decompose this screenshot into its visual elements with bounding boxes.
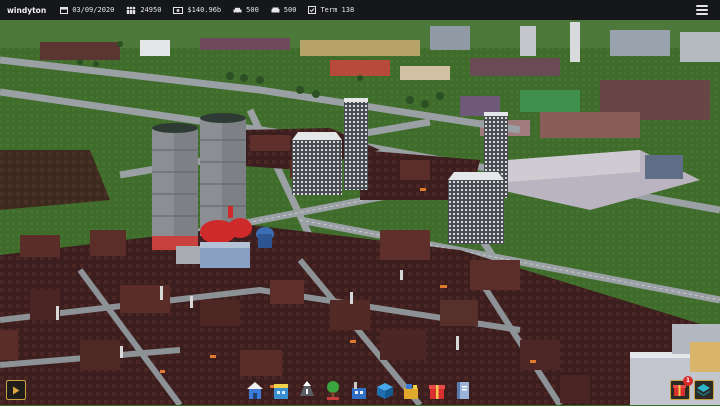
cooling-tower-left [152, 123, 198, 250]
factory-icon [352, 382, 366, 399]
city-viewport[interactable] [0, 20, 720, 405]
population-stat: 24950 [126, 6, 161, 14]
skyscraper-2 [344, 98, 368, 190]
date-value: 03/09/2020 [72, 6, 115, 14]
status-bar: windyton 03/09/2020 24950 $140.96b 500 5… [0, 0, 720, 20]
utility-box-icon [377, 383, 393, 399]
small-blue-building [645, 155, 683, 179]
notification-badge: 1 [683, 376, 693, 386]
money-value: $140.96b [187, 6, 222, 14]
term-stat: Term 138 [308, 6, 354, 14]
build-toolbar [244, 378, 478, 403]
play-icon [13, 386, 20, 394]
tree-icon [327, 381, 339, 400]
gifts-tool[interactable] [426, 378, 448, 402]
traffic-icon [271, 7, 280, 12]
layers-icon [697, 384, 710, 396]
commercial-tool[interactable] [270, 378, 292, 402]
population-value: 24950 [140, 6, 162, 14]
gift-icon [429, 385, 445, 399]
stat-a: 500 [233, 6, 259, 14]
cooling-tower-right [200, 113, 246, 236]
stat-a-value: 500 [246, 6, 259, 14]
utilities-tool[interactable] [374, 378, 396, 402]
services-tool[interactable] [322, 378, 344, 402]
calendar-icon [60, 7, 69, 14]
water-tank [256, 227, 274, 248]
car-icon [233, 7, 242, 14]
book-icon [457, 382, 469, 399]
stat-b-value: 500 [283, 6, 297, 14]
money-stat: $140.96b [173, 6, 221, 14]
shop-icon [274, 384, 288, 399]
checkbox-icon [308, 6, 317, 14]
industry-tool[interactable] [348, 378, 370, 402]
residential-tool[interactable] [244, 378, 266, 402]
special-tool[interactable] [400, 378, 422, 402]
skyscraper-4 [448, 172, 504, 244]
date-stat: 03/09/2020 [60, 6, 114, 14]
city-name: windyton [7, 5, 47, 15]
layers-button[interactable] [694, 380, 714, 400]
construction-icon [404, 384, 418, 399]
stat-b: 500 [271, 6, 297, 14]
info-tool[interactable] [452, 378, 474, 402]
skyscraper-1 [292, 132, 342, 195]
road-arrows-icon [300, 381, 314, 396]
house-blue-icon [247, 382, 263, 399]
road-tool[interactable] [296, 378, 318, 402]
hamburger-menu-icon[interactable] [696, 5, 708, 15]
money-icon [173, 6, 184, 14]
people-icon [127, 6, 136, 14]
play-button[interactable] [6, 380, 26, 400]
gift-button[interactable]: 1 [670, 376, 693, 400]
term-value: Term 138 [320, 6, 355, 14]
